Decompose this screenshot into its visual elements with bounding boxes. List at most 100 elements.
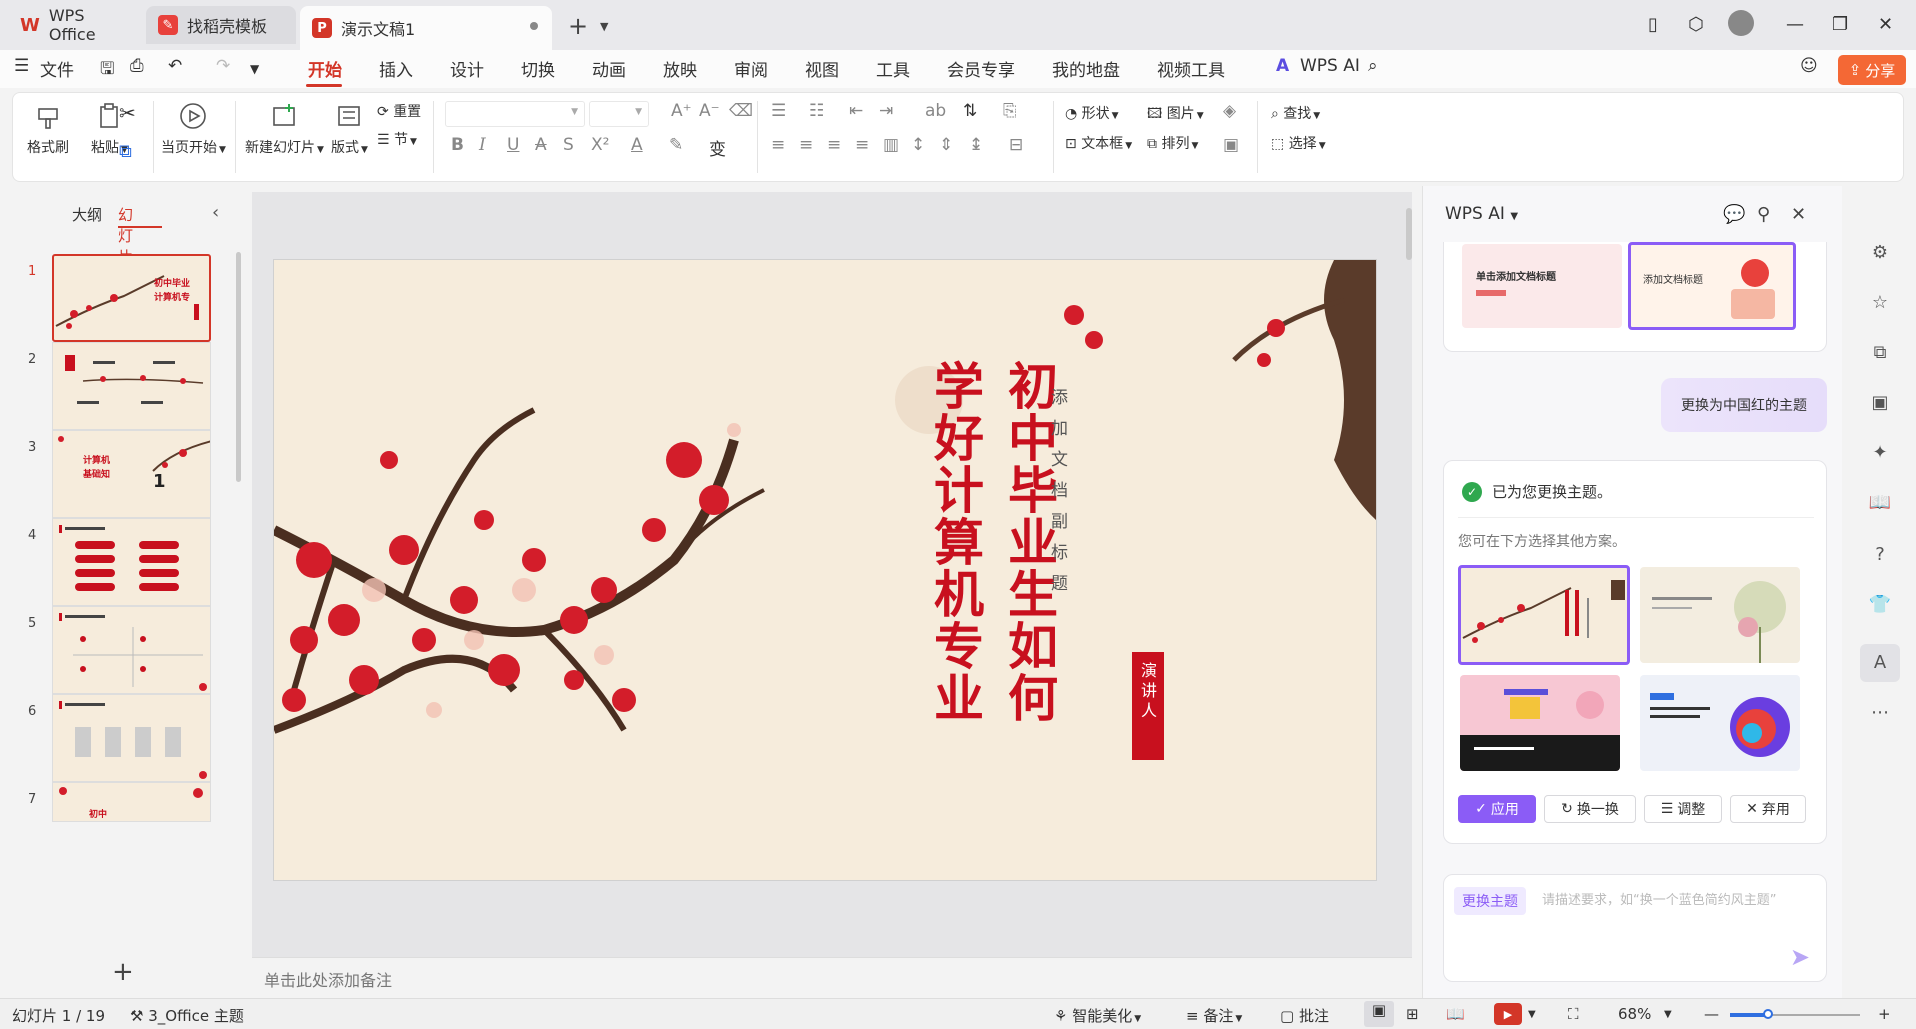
tab-template[interactable]: ✎ 找稻壳模板 (146, 6, 296, 44)
notes-button[interactable]: ≡ 备注 ▼ (1186, 1005, 1242, 1026)
outdent-icon[interactable]: ⇤ (849, 101, 863, 121)
help-icon[interactable]: ? (1868, 544, 1892, 568)
settings-sliders-icon[interactable]: ⚙ (1868, 242, 1892, 266)
menu-video-tools[interactable]: 视频工具 (1157, 56, 1225, 81)
ai-panel-title[interactable]: WPS AI ▼ (1445, 204, 1518, 224)
current-slide[interactable]: 初中毕业生如何 学好计算机专业 添加文档副标题 演讲人 (274, 260, 1376, 880)
menu-transition[interactable]: 切换 (521, 56, 555, 81)
section-button[interactable]: ☰ 节 ▼ (377, 129, 417, 149)
pin-icon[interactable]: ⚲ (1757, 204, 1770, 225)
menu-insert[interactable]: 插入 (379, 56, 413, 81)
ai-prompt-input[interactable]: 更换主题 请描述要求，如“换一个蓝色简约风主题” ➤ (1443, 874, 1827, 982)
slide-title-line-2[interactable]: 学好计算机专业 (924, 360, 986, 724)
shadow-icon[interactable]: S (563, 135, 574, 155)
normal-view-icon[interactable]: ▣ (1364, 1001, 1394, 1027)
copy-icon[interactable]: ⧉ (119, 141, 132, 162)
theme-option-3d[interactable] (1640, 675, 1800, 771)
picture-button[interactable]: 🖾 图片 ▼ (1147, 103, 1204, 127)
menu-animation[interactable]: 动画 (592, 56, 626, 81)
unsaved-dot-icon[interactable] (530, 22, 538, 30)
adjust-button[interactable]: ☰ 调整 (1644, 795, 1722, 823)
highlight-icon[interactable]: ✎ (669, 135, 683, 155)
input-placeholder[interactable]: 请描述要求，如“换一个蓝色简约风主题” (1542, 889, 1812, 913)
save-icon[interactable]: 🖫 (100, 56, 114, 85)
discard-button[interactable]: ✕ 弃用 (1730, 795, 1806, 823)
justify-icon[interactable]: ≡ (855, 135, 869, 155)
collapse-panel-icon[interactable]: ‹ (212, 202, 219, 223)
restore-icon[interactable]: ❐ (1832, 14, 1848, 35)
more-icon[interactable]: ⋯ (1868, 702, 1892, 726)
layout-icon[interactable]: ▯ (1648, 14, 1658, 35)
reset-button[interactable]: ⟳ 重置 (377, 101, 421, 121)
slide-thumbnail-1[interactable]: 初中毕业 计算机专 (52, 254, 211, 342)
undo-icon[interactable]: ↶ (168, 56, 182, 76)
bullets-icon[interactable]: ☰ (771, 101, 786, 121)
avatar[interactable] (1728, 10, 1754, 36)
zoom-slider-handle[interactable] (1763, 1009, 1773, 1019)
theme-option-drone[interactable] (1460, 675, 1620, 771)
font-decrease-icon[interactable]: A⁻ (699, 101, 720, 121)
font-increase-icon[interactable]: A⁺ (671, 101, 692, 121)
skill-tag[interactable]: 更换主题 (1454, 887, 1526, 915)
star-icon[interactable]: ☆ (1868, 292, 1892, 316)
theme-option-card[interactable]: 单击添加文档标题 (1462, 244, 1622, 328)
minimize-icon[interactable]: — (1786, 14, 1804, 35)
outline-icon[interactable]: ▣ (1223, 135, 1239, 155)
tab-presentation[interactable]: P 演示文稿1 (300, 6, 552, 50)
cube-icon[interactable]: ⬡ (1688, 14, 1704, 35)
select-button[interactable]: ⬚ 选择 ▼ (1271, 133, 1326, 153)
fit-window-icon[interactable]: ⛶ (1568, 1005, 1579, 1023)
grid-view-icon[interactable]: ⊞ (1406, 1005, 1419, 1023)
redo-icon[interactable]: ↷ (216, 56, 230, 76)
hamburger-icon[interactable]: ☰ (14, 56, 29, 76)
layout-button[interactable]: 版式 ▼ (331, 101, 368, 157)
share-button[interactable]: ⇪ 分享 (1838, 55, 1906, 85)
theme-option-lotus[interactable] (1640, 567, 1800, 663)
menu-review[interactable]: 审阅 (734, 56, 768, 81)
send-icon[interactable]: ➤ (1790, 943, 1810, 971)
chevron-down-icon[interactable]: ▼ (250, 62, 259, 76)
font-family-select[interactable]: ▼ (445, 101, 585, 127)
zoom-in-icon[interactable]: + (1878, 1005, 1891, 1023)
slide-subtitle[interactable]: 添加文档副标题 (1045, 388, 1070, 605)
theme-option-card[interactable]: 添加文档标题 (1628, 242, 1796, 330)
menu-member[interactable]: 会员专享 (947, 56, 1015, 81)
align-right-icon[interactable]: ≡ (827, 135, 841, 155)
add-slide-icon[interactable]: + (112, 957, 134, 987)
slide-thumbnail-6[interactable] (52, 694, 211, 782)
columns-icon[interactable]: ▥ (883, 135, 899, 155)
shape-button[interactable]: ◔ 形状 ▼ (1065, 103, 1119, 123)
cut-icon[interactable]: ✂ (119, 101, 136, 125)
presenter-label[interactable]: 演讲人 (1135, 662, 1159, 722)
find-button[interactable]: ⌕ 查找 ▼ (1271, 103, 1320, 123)
menu-tools[interactable]: 工具 (876, 56, 910, 81)
menu-wps-ai[interactable]: WPS AI (1300, 56, 1360, 76)
align-center-icon[interactable]: ≡ (799, 135, 813, 155)
theme-option-china-red[interactable] (1458, 565, 1630, 665)
book-icon[interactable]: 📖 (1868, 492, 1892, 516)
notes-area[interactable]: 单击此处添加备注 (252, 957, 1412, 997)
underline-icon[interactable]: U (507, 135, 519, 155)
chat-icon[interactable]: ☺ (1800, 56, 1818, 76)
menu-slideshow[interactable]: 放映 (663, 56, 697, 81)
menu-start[interactable]: 开始 (308, 56, 342, 81)
spacing-menu-icon[interactable]: ↨ (969, 135, 983, 155)
theme-name-button[interactable]: ⚒ 3_Office 主题 (130, 1005, 244, 1026)
menu-my-space[interactable]: 我的地盘 (1052, 56, 1120, 81)
arrange-button[interactable]: ⧉ 排列 ▼ (1147, 133, 1198, 153)
tab-outline[interactable]: 大纲 (72, 206, 102, 224)
notes-placeholder[interactable]: 单击此处添加备注 (264, 967, 392, 991)
para-spacing-icon[interactable]: ⇕ (939, 135, 953, 155)
format-painter-button[interactable]: 格式刷 (27, 101, 69, 157)
editor-scrollbar[interactable] (1406, 208, 1412, 260)
chevron-down-icon[interactable]: ▼ (1528, 1009, 1536, 1020)
print-preview-icon[interactable]: ⎙ (130, 56, 144, 76)
new-tab-icon[interactable]: + (568, 12, 588, 40)
slide-thumbnail-5[interactable] (52, 606, 211, 694)
superscript-icon[interactable]: X² (591, 135, 609, 155)
panel-scrollbar[interactable] (236, 252, 241, 482)
smart-beautify-button[interactable]: ⚘ 智能美化 ▼ (1054, 1005, 1141, 1026)
line-spacing-icon[interactable]: ↕ (911, 135, 925, 155)
font-color-icon[interactable]: A (631, 135, 643, 155)
slideshow-play-icon[interactable]: ▶ (1494, 1003, 1522, 1025)
